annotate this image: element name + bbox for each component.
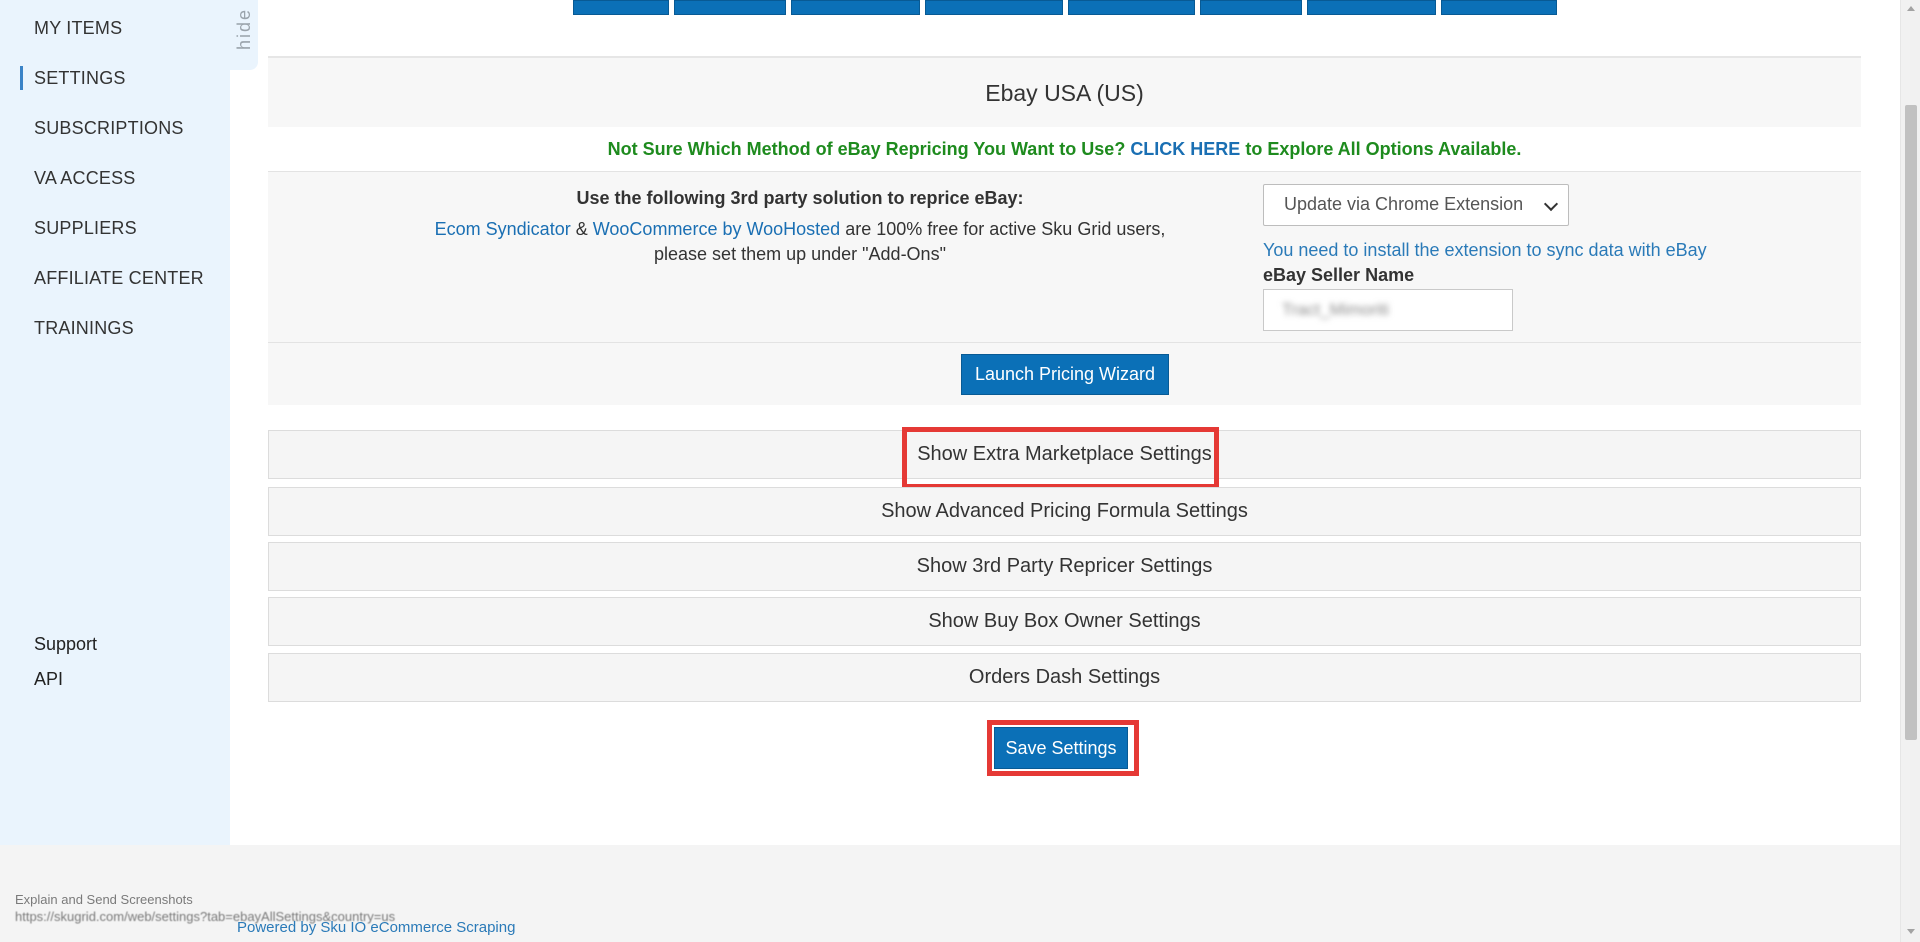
- top-tab-button[interactable]: [1200, 0, 1302, 15]
- accordion-3rd-party-repricer[interactable]: Show 3rd Party Repricer Settings: [268, 542, 1861, 591]
- chevron-down-icon: [1543, 196, 1559, 212]
- sidebar-item-va-access[interactable]: VA ACCESS: [34, 168, 136, 189]
- accordion-orders-dash[interactable]: Orders Dash Settings: [268, 653, 1861, 702]
- marketplace-header: Ebay USA (US): [268, 56, 1861, 129]
- solution-title: Use the following 3rd party solution to …: [576, 188, 1024, 208]
- woocommerce-link[interactable]: WooCommerce by WooHosted: [593, 219, 840, 239]
- sidebar: MY ITEMS SETTINGS SUBSCRIPTIONS VA ACCES…: [0, 0, 230, 845]
- seller-name-input[interactable]: Tract_Mimoriti: [1263, 289, 1513, 331]
- accordion-label: Show 3rd Party Repricer Settings: [916, 555, 1213, 577]
- highlight-box: [902, 427, 1219, 489]
- seller-name-label: eBay Seller Name: [1263, 265, 1415, 285]
- sidebar-item-affiliate-center[interactable]: AFFILIATE CENTER: [34, 268, 204, 289]
- top-tab-button[interactable]: [674, 0, 786, 15]
- marketplace-title: Ebay USA (US): [985, 79, 1144, 106]
- top-tab-button[interactable]: [1068, 0, 1195, 15]
- save-settings-button[interactable]: Save Settings: [994, 727, 1128, 769]
- solution-text-line1: are 100% free for active Sku Grid users,: [845, 219, 1166, 239]
- top-tab-button[interactable]: [925, 0, 1063, 15]
- hide-label: hide: [234, 8, 254, 51]
- launch-pricing-wizard-button[interactable]: Launch Pricing Wizard: [961, 354, 1169, 395]
- sidebar-hide-toggle[interactable]: hide: [230, 0, 258, 70]
- top-tab-button[interactable]: [573, 0, 669, 15]
- scroll-down-icon[interactable]: [1907, 929, 1915, 934]
- ecom-syndicator-link[interactable]: Ecom Syndicator: [435, 219, 571, 239]
- sidebar-item-subscriptions[interactable]: SUBSCRIPTIONS: [34, 118, 184, 139]
- sidebar-link-support[interactable]: Support: [34, 634, 97, 655]
- sidebar-item-suppliers[interactable]: SUPPLIERS: [34, 218, 137, 239]
- accordion-advanced-pricing-formula[interactable]: Show Advanced Pricing Formula Settings: [268, 487, 1861, 536]
- ampersand-text: &: [575, 219, 588, 239]
- notice-text-after: to Explore All Options Available.: [1245, 138, 1522, 159]
- notice-text-before: Not Sure Which Method of eBay Repricing …: [607, 138, 1126, 159]
- update-method-value: Update via Chrome Extension: [1284, 194, 1524, 214]
- tooltip-title: Explain and Send Screenshots: [15, 892, 193, 907]
- scrollbar-thumb[interactable]: [1905, 105, 1917, 740]
- sidebar-item-trainings[interactable]: TRAININGS: [34, 318, 134, 339]
- top-tab-button[interactable]: [1441, 0, 1557, 15]
- page-scrollbar[interactable]: [1900, 0, 1920, 942]
- accordion-label: Show Advanced Pricing Formula Settings: [881, 500, 1248, 522]
- sidebar-item-my-items[interactable]: MY ITEMS: [34, 18, 122, 39]
- accordion-label: Show Buy Box Owner Settings: [928, 610, 1201, 632]
- accordion-label: Orders Dash Settings: [968, 666, 1161, 688]
- repricing-notice: Not Sure Which Method of eBay Repricing …: [268, 127, 1861, 172]
- scroll-up-icon[interactable]: [1907, 6, 1915, 11]
- accordion-buy-box-owner[interactable]: Show Buy Box Owner Settings: [268, 597, 1861, 646]
- powered-by-link[interactable]: Powered by Sku IO eCommerce Scraping: [237, 919, 515, 936]
- solution-description: Use the following 3rd party solution to …: [268, 186, 1332, 267]
- extension-install-note[interactable]: You need to install the extension to syn…: [1263, 240, 1707, 261]
- sidebar-item-settings[interactable]: SETTINGS: [20, 66, 126, 90]
- top-tab-button[interactable]: [791, 0, 920, 15]
- sidebar-link-api[interactable]: API: [34, 669, 63, 690]
- solution-text-line2: please set them up under "Add-Ons": [654, 244, 946, 264]
- notice-click-here-link[interactable]: CLICK HERE: [1130, 139, 1240, 160]
- seller-name-value: Tract_Mimoriti: [1282, 300, 1390, 319]
- top-tab-button[interactable]: [1307, 0, 1436, 15]
- update-method-select[interactable]: Update via Chrome Extension: [1263, 184, 1569, 226]
